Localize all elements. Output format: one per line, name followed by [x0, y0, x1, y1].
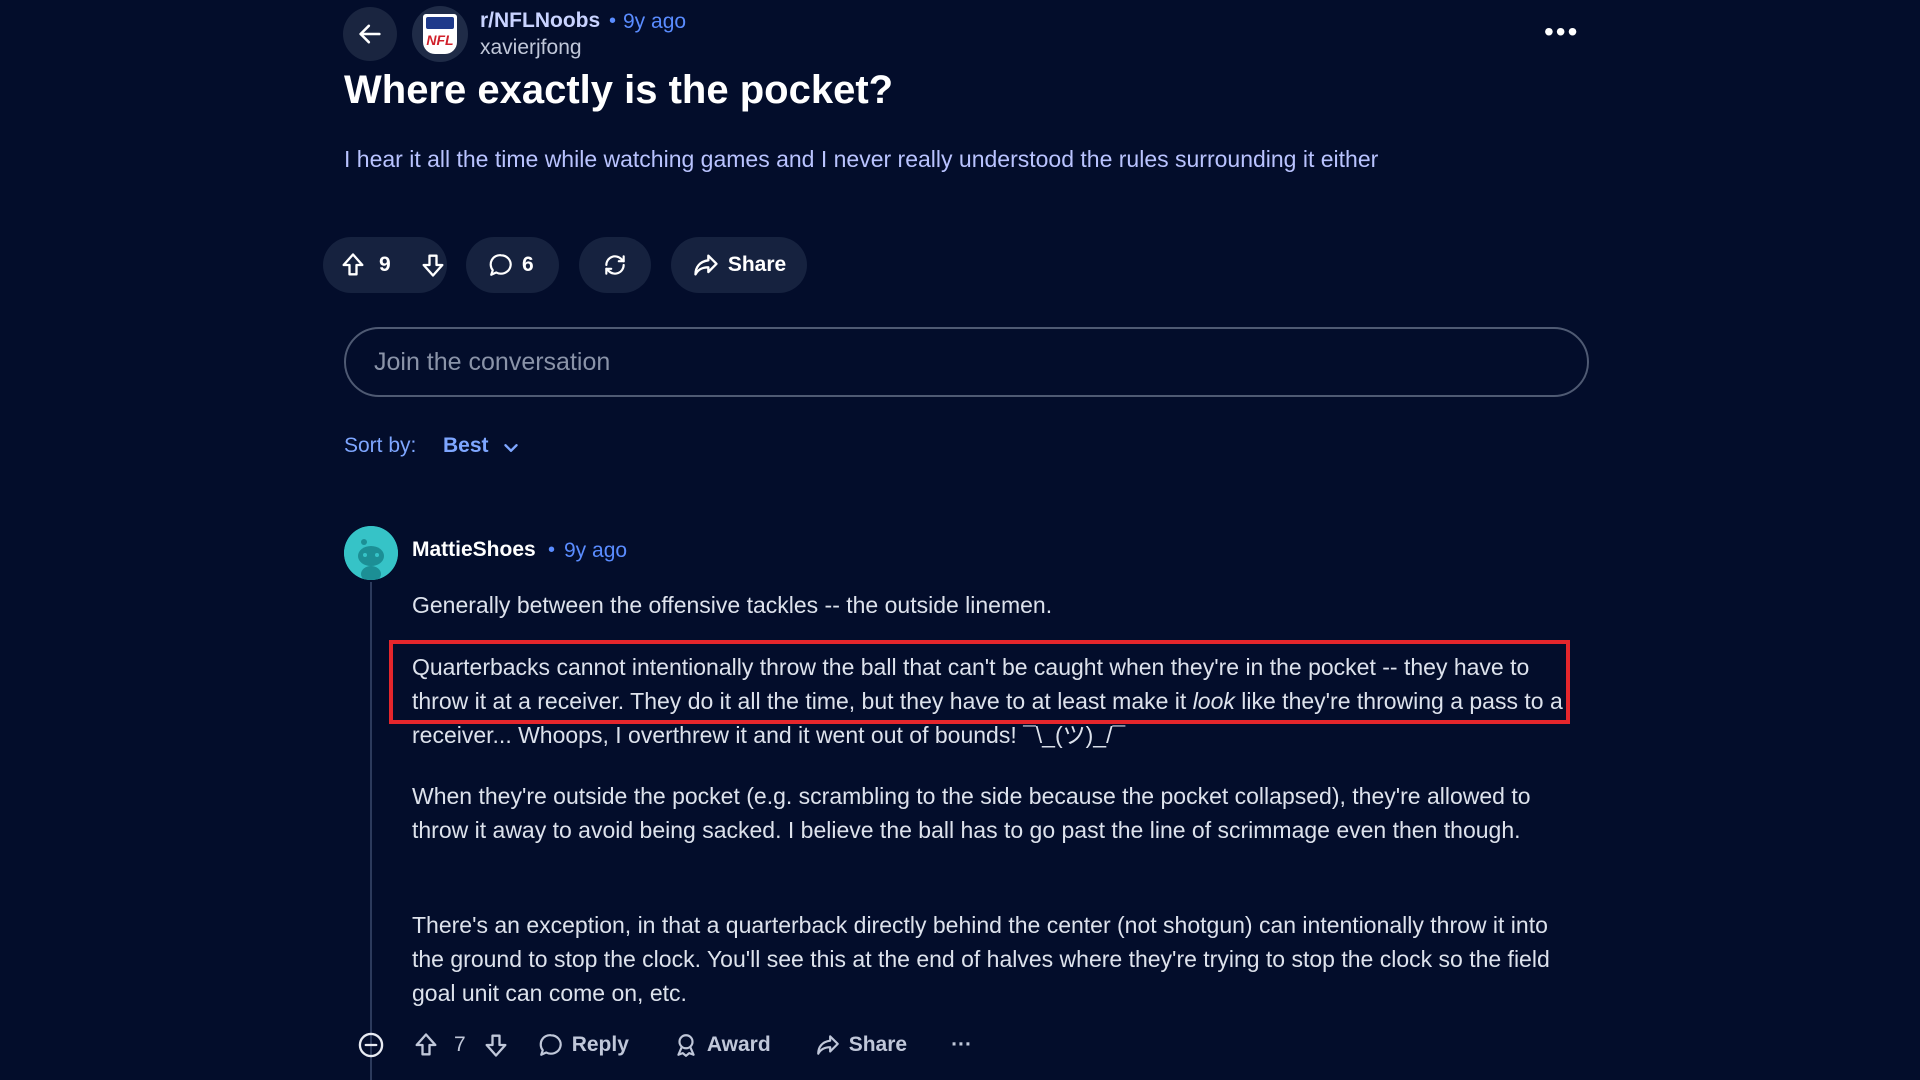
nfl-logo-icon: NFL	[423, 14, 457, 54]
commenter-avatar[interactable]	[344, 526, 398, 580]
comment-icon	[538, 1032, 564, 1058]
comment-share-button[interactable]: Share	[815, 1032, 907, 1058]
upvote-icon[interactable]	[339, 251, 367, 279]
comment-icon	[488, 252, 514, 278]
highlight-box	[389, 640, 1570, 724]
share-icon	[815, 1032, 841, 1058]
share-button[interactable]: Share	[671, 237, 807, 293]
downvote-icon[interactable]	[419, 251, 447, 279]
comment-count: 6	[522, 253, 534, 276]
award-icon	[673, 1032, 699, 1058]
upvote-icon[interactable]	[412, 1031, 440, 1059]
sort-label: Sort by:	[344, 434, 417, 457]
crosspost-button[interactable]	[579, 237, 651, 293]
comment-author[interactable]: MattieShoes	[412, 538, 536, 562]
subreddit-avatar[interactable]: NFL	[412, 6, 468, 62]
sort-dropdown[interactable]: Best	[443, 434, 489, 458]
collapse-icon[interactable]	[357, 1031, 385, 1059]
comment-paragraph: When they're outside the pocket (e.g. sc…	[412, 783, 1531, 843]
reply-label: Reply	[571, 1033, 629, 1056]
post-body: I hear it all the time while watching ga…	[344, 146, 1379, 172]
reply-button[interactable]: Reply	[538, 1032, 629, 1058]
comment-age: 9y ago	[564, 539, 628, 562]
award-button[interactable]: Award	[673, 1032, 771, 1058]
share-icon	[692, 251, 720, 279]
comment-score: 7	[454, 1033, 466, 1056]
subreddit-name[interactable]: r/NFLNoobs	[480, 9, 600, 33]
post-age: 9y ago	[623, 10, 687, 33]
separator-dot: •	[609, 10, 617, 32]
share-label: Share	[848, 1033, 908, 1056]
arrow-left-icon	[356, 20, 384, 48]
join-conversation-input[interactable]	[344, 327, 1589, 397]
downvote-icon[interactable]	[482, 1031, 510, 1059]
comment-paragraph: There's an exception, in that a quarterb…	[412, 912, 1550, 1006]
back-button[interactable]	[343, 7, 397, 61]
post-author[interactable]: xavierjfong	[480, 36, 582, 60]
snoo-avatar-icon	[344, 526, 398, 580]
award-label: Award	[706, 1033, 771, 1056]
comment-actions: 7 Reply Award Share ···	[357, 1028, 972, 1062]
thread-line[interactable]	[370, 582, 372, 1080]
share-label: Share	[727, 253, 787, 276]
vote-controls: 9	[323, 237, 447, 293]
comments-button[interactable]: 6	[466, 237, 559, 293]
post-title: Where exactly is the pocket?	[344, 68, 894, 112]
chevron-down-icon[interactable]	[500, 437, 522, 459]
more-options-button[interactable]: •••	[1544, 18, 1579, 46]
crosspost-icon	[602, 252, 628, 278]
comment-more-button[interactable]: ···	[951, 1033, 972, 1057]
post-score: 9	[379, 253, 391, 276]
comment-paragraph: Generally between the offensive tackles …	[412, 592, 1053, 618]
separator-dot: •	[548, 539, 556, 561]
